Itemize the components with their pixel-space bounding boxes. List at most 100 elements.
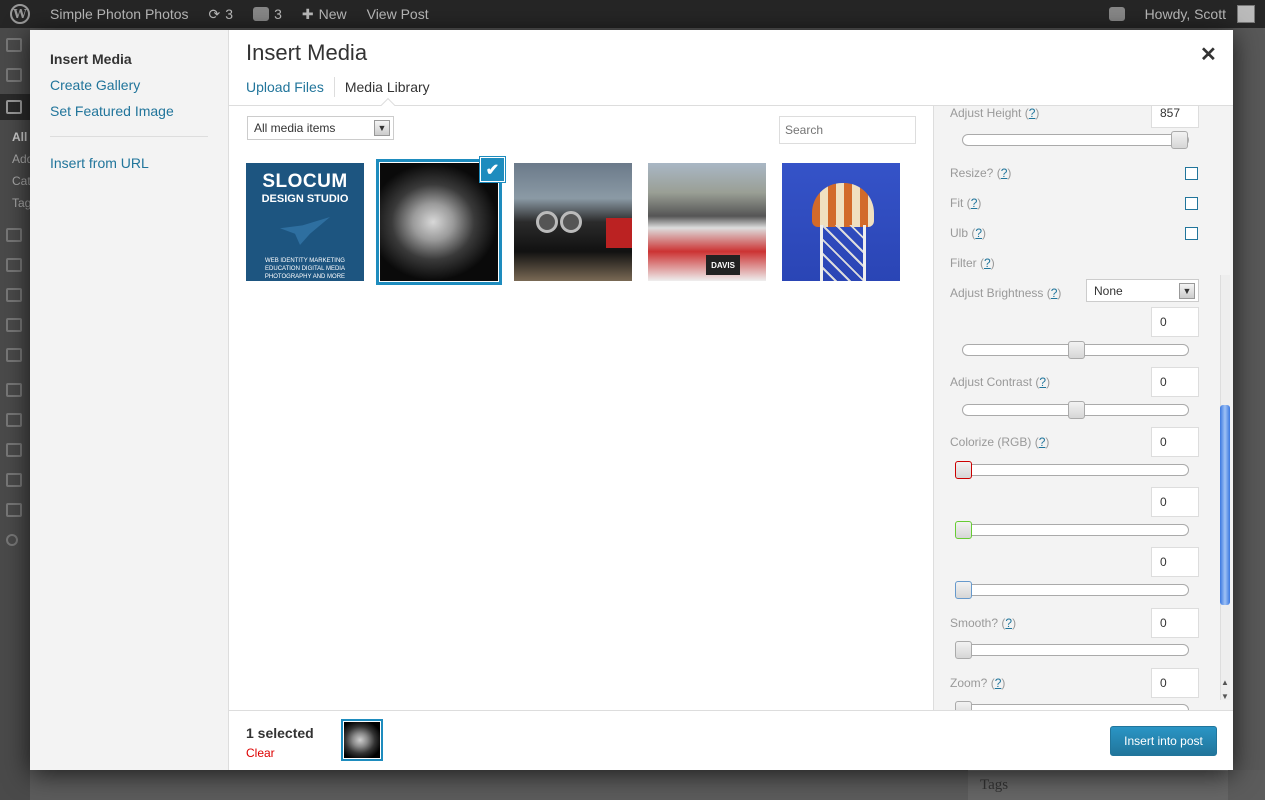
attachment-thumbnail[interactable]: SLOCUM DESIGN STUDIO WEB IDENTITY MARKET…	[246, 163, 364, 281]
adjust-height-input[interactable]: 857	[1151, 106, 1199, 128]
updates-icon: ⟳	[208, 5, 221, 22]
colorize-blue-slider[interactable]	[955, 581, 1189, 599]
notification-icon[interactable]	[1099, 0, 1135, 28]
scroll-up-icon[interactable]: ▲	[1220, 678, 1230, 688]
sidebar-scrollbar[interactable]: ▲ ▼	[1217, 275, 1231, 710]
slider-handle[interactable]	[1067, 341, 1085, 359]
media-icon	[6, 68, 22, 82]
filter-select[interactable]: None ▼	[1086, 279, 1199, 302]
adjust-height-slider[interactable]	[962, 131, 1189, 149]
view-post-link[interactable]: View Post	[357, 0, 439, 28]
new-content-link[interactable]: ✚ New	[292, 0, 357, 28]
insert-media-modal: Insert Media Create Gallery Set Featured…	[30, 30, 1233, 770]
slider-handle[interactable]	[955, 701, 972, 710]
tools-icon	[6, 473, 22, 487]
help-link[interactable]: ?	[1051, 286, 1058, 300]
updates-link[interactable]: ⟳ 3	[199, 0, 244, 28]
help-link[interactable]: ?	[1029, 106, 1036, 120]
fit-checkbox[interactable]	[1185, 197, 1198, 210]
help-link[interactable]: ?	[975, 226, 982, 240]
clear-selection-link[interactable]: Clear	[246, 746, 275, 760]
menu-item-set-featured-image[interactable]: Set Featured Image	[50, 103, 174, 119]
tags-metabox: Tags	[968, 770, 1228, 800]
contrast-input[interactable]: 0	[1151, 367, 1199, 397]
brightness-slider[interactable]	[962, 341, 1189, 359]
menu-item-create-gallery[interactable]: Create Gallery	[50, 77, 140, 93]
media-router: Upload Files Media Library	[246, 77, 440, 97]
admin-bar: W Simple Photon Photos ⟳ 3 3 ✚ New View Po…	[0, 0, 1265, 28]
media-filter-select[interactable]: All media items ▼	[247, 116, 394, 140]
avatar	[1237, 5, 1255, 23]
adjust-contrast-label: Adjust Contrast (?)	[950, 375, 1051, 389]
close-button[interactable]: ✕	[1200, 42, 1217, 67]
colorize-red-slider[interactable]	[955, 461, 1189, 479]
contrast-slider[interactable]	[962, 401, 1189, 419]
adjust-brightness-label: Adjust Brightness (?)	[950, 286, 1062, 300]
fit-label: Fit (?)	[950, 196, 982, 210]
slider-handle[interactable]	[955, 461, 972, 479]
links-icon	[6, 258, 22, 272]
help-link[interactable]: ?	[1005, 616, 1012, 630]
scrollbar-thumb[interactable]	[1220, 405, 1230, 605]
resize-checkbox[interactable]	[1185, 167, 1198, 180]
smooth-input[interactable]: 0	[1151, 608, 1199, 638]
comments-icon	[6, 318, 22, 332]
comments-link[interactable]: 3	[243, 0, 292, 28]
attachment-thumbnail[interactable]: DAVIS	[648, 163, 766, 281]
colorize-red-input[interactable]: 0	[1151, 427, 1199, 457]
colorize-label: Colorize (RGB) (?)	[950, 435, 1050, 449]
my-account-link[interactable]: Howdy, Scott	[1135, 0, 1265, 28]
filter-label: Filter (?)	[950, 256, 995, 270]
colorize-green-slider[interactable]	[955, 521, 1189, 539]
brightness-input[interactable]: 0	[1151, 307, 1199, 337]
forms-icon	[6, 348, 22, 362]
media-toolbar: 1 selected Clear Insert into post	[229, 710, 1233, 770]
close-icon: ✕	[1200, 44, 1217, 66]
help-link[interactable]: ?	[971, 196, 978, 210]
slider-handle[interactable]	[1067, 401, 1085, 419]
checkmark-icon[interactable]: ✔	[480, 157, 505, 182]
slider-handle[interactable]	[955, 641, 972, 659]
ulb-checkbox[interactable]	[1185, 227, 1198, 240]
pages-icon	[6, 288, 22, 302]
help-link[interactable]: ?	[1001, 166, 1008, 180]
comment-icon	[253, 7, 270, 21]
tab-upload-files[interactable]: Upload Files	[246, 79, 334, 95]
users-icon	[6, 443, 22, 457]
zoom-label: Zoom? (?)	[950, 676, 1006, 690]
active-tab-caret	[380, 97, 396, 113]
slider-handle[interactable]	[955, 581, 972, 599]
insert-into-post-button[interactable]: Insert into post	[1110, 726, 1217, 756]
media-library-icon	[6, 228, 22, 242]
resize-label: Resize? (?)	[950, 166, 1012, 180]
selection-thumbnail[interactable]	[341, 719, 383, 761]
help-link[interactable]: ?	[1039, 375, 1046, 389]
ulb-label: Ulb (?)	[950, 226, 987, 240]
dashboard-icon	[6, 38, 22, 52]
slider-handle[interactable]	[1171, 131, 1188, 149]
chevron-down-icon: ▼	[1179, 283, 1195, 299]
colorize-blue-input[interactable]: 0	[1151, 547, 1199, 577]
tab-media-library[interactable]: Media Library	[345, 79, 440, 95]
pin-icon	[6, 100, 22, 114]
wp-logo-menu[interactable]: W	[0, 0, 40, 28]
menu-item-insert-from-url[interactable]: Insert from URL	[50, 155, 149, 171]
smooth-slider[interactable]	[955, 641, 1189, 659]
tab-separator	[333, 77, 335, 97]
plus-icon: ✚	[301, 5, 314, 22]
site-name-link[interactable]: Simple Photon Photos	[40, 0, 199, 28]
zoom-input[interactable]: 0	[1151, 668, 1199, 698]
search-input[interactable]	[779, 116, 916, 144]
wordpress-icon: W	[10, 4, 30, 24]
slider-handle[interactable]	[955, 521, 972, 539]
menu-item-insert-media[interactable]: Insert Media	[50, 51, 132, 67]
attachment-thumbnail[interactable]	[782, 163, 900, 281]
plugins-icon	[6, 413, 22, 427]
colorize-green-input[interactable]: 0	[1151, 487, 1199, 517]
help-link[interactable]: ?	[984, 256, 991, 270]
help-link[interactable]: ?	[995, 676, 1002, 690]
attachment-thumbnail[interactable]	[514, 163, 632, 281]
appearance-icon	[6, 383, 22, 397]
scroll-down-icon[interactable]: ▼	[1220, 692, 1230, 702]
help-link[interactable]: ?	[1039, 435, 1046, 449]
